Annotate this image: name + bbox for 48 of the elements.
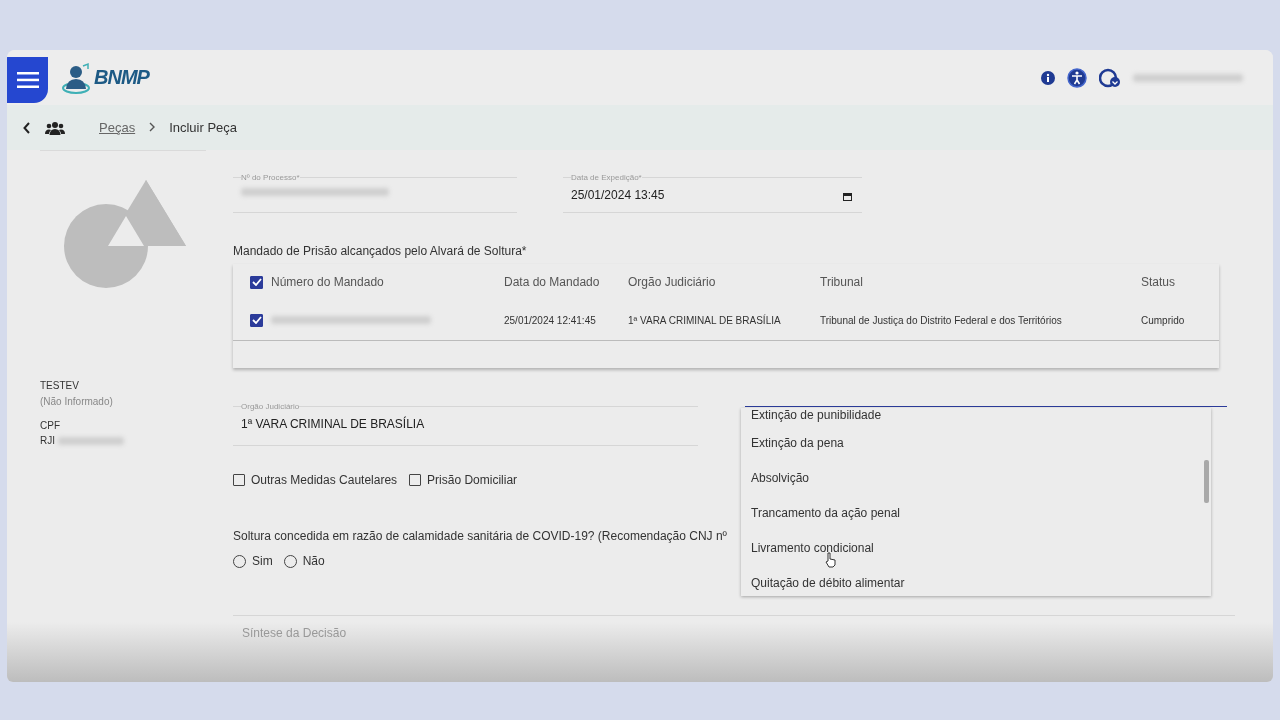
logo-text: BNMP bbox=[94, 66, 149, 89]
checkbox[interactable] bbox=[250, 313, 263, 327]
column-header: Status bbox=[1141, 275, 1177, 289]
menu-option[interactable]: Quitação de débito alimentar bbox=[741, 565, 1211, 596]
table-cell-text: Cumprido bbox=[1141, 314, 1186, 326]
menu-option[interactable]: Absolvição bbox=[741, 460, 1211, 495]
people-icon bbox=[45, 120, 65, 135]
user-icon[interactable] bbox=[1099, 67, 1121, 88]
back-icon[interactable] bbox=[23, 121, 31, 134]
menu-option[interactable]: Trancamento da ação penal bbox=[741, 495, 1211, 530]
date-field[interactable]: Data de Expedição* 25/01/2024 13:45 bbox=[563, 177, 862, 213]
checkbox[interactable] bbox=[250, 275, 263, 289]
question-text: Soltura concedida em razão de calamidade sanitária de COVID-19? (Recomendação CNJ nº bbox=[233, 529, 728, 543]
info-icon[interactable] bbox=[1041, 70, 1055, 85]
table-cell-text: 1ª VARA CRIMINAL DE BRASÍLIA bbox=[628, 314, 782, 326]
menu-button[interactable] bbox=[7, 57, 48, 103]
cpf-label: CPF bbox=[40, 420, 61, 431]
column-header: Orgão Judiciário bbox=[628, 275, 717, 289]
table-cell-text: 25/01/2024 12:41:45 bbox=[504, 314, 597, 326]
table-cell-text: Tribunal de Justiça do Distrito Federal e dos Territórios bbox=[820, 314, 1063, 326]
hand-cursor-icon bbox=[825, 552, 837, 568]
section-title: Mandado de Prisão alcançados pelo Alvará de Soltura* bbox=[233, 244, 528, 258]
column-header: Tribunal bbox=[820, 275, 864, 289]
checkbox-label: Outras Medidas Cautelares bbox=[251, 473, 398, 487]
person-logo-icon bbox=[62, 61, 92, 94]
column-header: Data do Mandado bbox=[504, 275, 601, 289]
person-subtitle: (Não Informado) bbox=[40, 396, 114, 407]
menu-option[interactable]: Livramento condicional bbox=[741, 530, 1211, 565]
calendar-icon[interactable] bbox=[843, 193, 852, 201]
redacted-rji bbox=[58, 436, 124, 445]
column-header: Número do Mandado bbox=[271, 275, 384, 289]
checkbox[interactable] bbox=[233, 474, 245, 486]
scrollbar[interactable] bbox=[1204, 460, 1209, 503]
menu-option[interactable]: Extinção da pena bbox=[741, 425, 1211, 460]
breadcrumb-current: Incluir Peça bbox=[169, 120, 238, 135]
menu-option[interactable]: Extinção de punibilidade bbox=[741, 408, 1211, 425]
placeholder-shapes-icon bbox=[64, 180, 186, 288]
accessibility-icon[interactable] bbox=[1067, 67, 1087, 88]
breadcrumb-link[interactable]: Peças bbox=[99, 120, 136, 135]
decision-summary-field[interactable]: Síntese da Decisão bbox=[233, 615, 1235, 650]
court-field[interactable]: Orgão Judiciário 1ª VARA CRIMINAL DE BRASÍLIA bbox=[233, 406, 698, 446]
radio-label: Não bbox=[302, 554, 325, 568]
person-name: TESTEV bbox=[40, 380, 80, 391]
checkbox[interactable] bbox=[409, 474, 422, 486]
menu-icon bbox=[16, 72, 39, 88]
rji-label: RJI bbox=[40, 435, 55, 446]
radio-label: Sim bbox=[252, 554, 273, 568]
checkbox-label: Prisão Domiciliar bbox=[427, 473, 518, 487]
